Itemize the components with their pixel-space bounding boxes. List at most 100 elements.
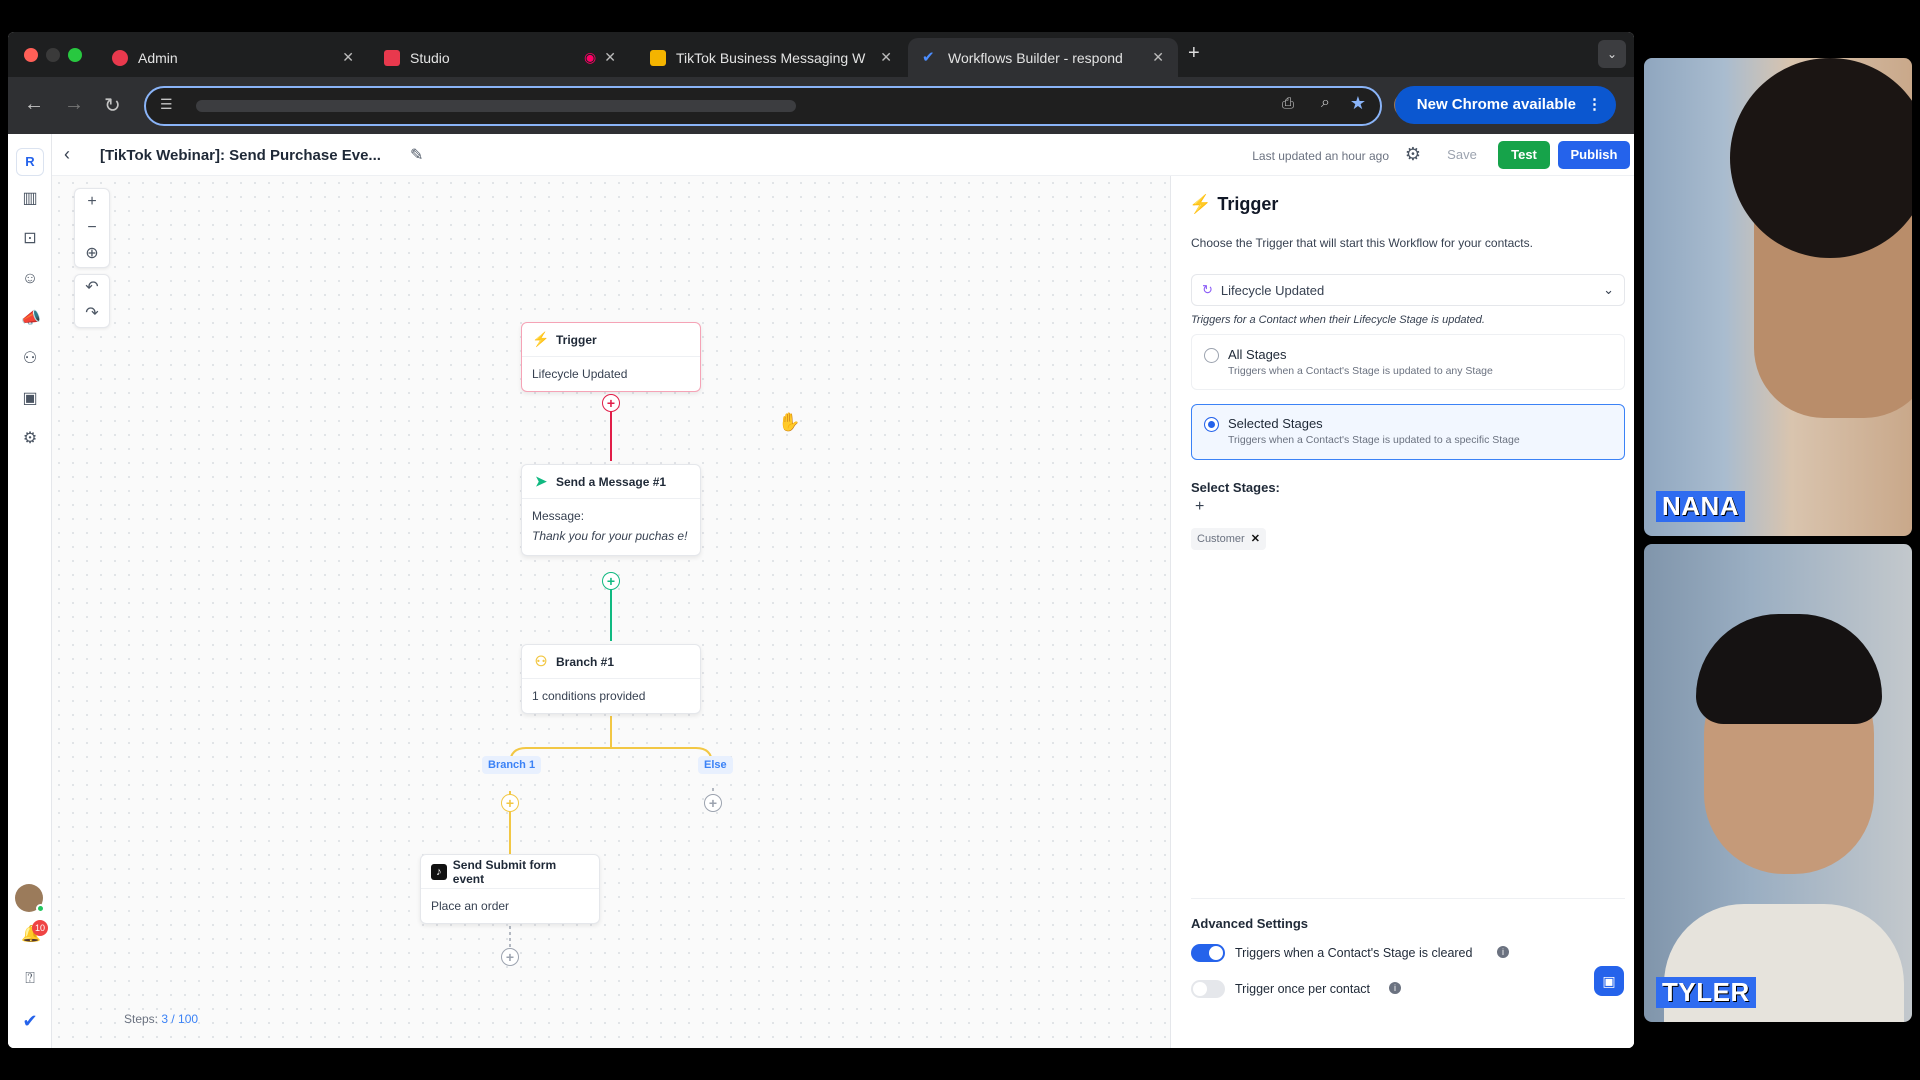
workflow-favicon-icon: ✔ (922, 48, 935, 66)
close-window-dot[interactable] (24, 48, 38, 62)
close-tab-icon[interactable]: ✕ (342, 49, 354, 66)
admin-favicon-icon (112, 49, 128, 66)
zoom-icon[interactable]: ⌕ (1321, 94, 1330, 112)
automation-icon[interactable]: ⚇ (21, 350, 39, 368)
stage-cleared-label: Triggers when a Contact's Stage is clear… (1235, 946, 1473, 960)
edit-title-icon[interactable]: ✎ (410, 145, 423, 165)
add-step-icon[interactable]: + (704, 794, 722, 812)
dashboard-icon[interactable]: ▥ (21, 190, 39, 208)
participant-hair (1696, 614, 1882, 724)
info-icon[interactable]: i (1389, 982, 1401, 994)
site-info-icon[interactable]: ☰ (160, 96, 173, 113)
brand-check-icon: ✔ (22, 1011, 38, 1031)
trigger-type-select[interactable]: ↻ Lifecycle Updated ⌄ (1191, 274, 1625, 306)
add-stage-icon[interactable]: + (1195, 498, 1204, 516)
else-label[interactable]: Else (698, 756, 733, 774)
publish-button[interactable]: Publish (1558, 141, 1630, 169)
url-text-blurred (196, 100, 796, 112)
back-icon[interactable]: ← (24, 93, 44, 116)
stage-cleared-toggle[interactable] (1191, 944, 1225, 962)
new-chrome-available-button[interactable]: New Chrome available ⋮ (1394, 86, 1616, 124)
add-step-icon[interactable]: + (501, 794, 519, 812)
lifecycle-icon: ↻ (1202, 282, 1213, 297)
trigger-node[interactable]: ⚡ Trigger Lifecycle Updated (521, 322, 701, 392)
participant-name-label: TYLER (1656, 977, 1756, 1008)
all-stages-radio[interactable] (1204, 348, 1219, 363)
send-arrow-icon: ➤ (535, 473, 547, 489)
tab-workflows-builder[interactable]: ✔ Workflows Builder - respond ✕ (908, 38, 1178, 77)
connector-lines (509, 396, 714, 948)
more-menu-icon[interactable]: ⋮ (1587, 86, 1602, 124)
participant-video-nana: NANA (1644, 58, 1912, 536)
participant-video-tyler: TYLER (1644, 544, 1912, 1022)
location-logo[interactable]: R (16, 148, 44, 176)
option-selected-stages[interactable]: Selected Stages Triggers when a Contact'… (1191, 404, 1625, 460)
remove-tag-icon[interactable]: ✕ (1251, 528, 1260, 550)
select-stages-label: Select Stages: (1191, 480, 1280, 495)
add-step-icon[interactable]: + (602, 394, 620, 412)
workflow-title: [TikTok Webinar]: Send Purchase Eve... (100, 147, 381, 164)
workflow-header: ‹ [TikTok Webinar]: Send Purchase Eve...… (52, 134, 1634, 176)
tab-search-icon[interactable]: ⌄ (1598, 40, 1626, 68)
selected-stages-radio[interactable] (1204, 417, 1219, 432)
online-status-dot (36, 904, 45, 913)
option-all-stages[interactable]: All Stages Triggers when a Contact's Sta… (1191, 334, 1625, 390)
hand-cursor-icon: ✋ (778, 412, 801, 432)
forward-icon[interactable]: → (64, 93, 84, 116)
tab-tiktok-messaging[interactable]: TikTok Business Messaging W ✕ (636, 38, 906, 77)
settings-icon[interactable]: ⚙ (21, 430, 39, 448)
inbox-icon[interactable]: ⊡ (21, 230, 39, 248)
tab-admin[interactable]: Admin ✕ (98, 38, 368, 77)
address-bar[interactable]: ☰ ⎙ ⌕ ★ (144, 86, 1382, 126)
reload-icon[interactable]: ↻ (104, 93, 121, 118)
workflow-canvas[interactable]: + − ⊕ ↶ ↷ ⚡Trigger Lifecycle Updated + (52, 176, 1170, 1048)
test-button[interactable]: Test (1498, 141, 1550, 169)
maximize-window-dot[interactable] (68, 48, 82, 62)
chat-widget-icon[interactable]: ▣ (1594, 966, 1624, 996)
once-per-contact-toggle[interactable] (1191, 980, 1225, 998)
minimize-window-dot[interactable] (46, 48, 60, 62)
panel-description: Choose the Trigger that will start this … (1191, 236, 1533, 250)
info-icon[interactable]: i (1497, 946, 1509, 958)
send-message-node[interactable]: ➤ Send a Message #1 Message: Thank you fo… (521, 464, 701, 556)
send-submit-event-node[interactable]: ♪ Send Submit form event Place an order (420, 854, 600, 924)
close-tab-icon[interactable]: ✕ (1152, 49, 1164, 66)
tab-bar: Admin ✕ Studio ◉ ✕ TikTok Business Messa… (8, 32, 1634, 77)
marketing-icon[interactable]: 📣 (21, 310, 41, 328)
advanced-settings-title: Advanced Settings (1191, 916, 1309, 931)
back-arrow-icon[interactable]: ‹ (64, 144, 70, 165)
trigger-bolt-icon: ⚡ (1189, 194, 1212, 214)
participant-name-label: NANA (1656, 491, 1746, 522)
save-button[interactable]: Save (1434, 141, 1490, 169)
add-step-icon[interactable]: + (501, 948, 519, 966)
advanced-divider (1191, 898, 1625, 899)
studio-favicon-icon (384, 49, 400, 66)
panel-header: ⚡ Trigger (1189, 194, 1279, 214)
notification-count-badge: 10 (32, 920, 48, 936)
tab-studio[interactable]: Studio ◉ ✕ (370, 38, 630, 77)
chevron-down-icon: ⌄ (1603, 282, 1614, 297)
close-tab-icon[interactable]: ✕ (880, 49, 892, 66)
contacts-icon[interactable]: ☺ (21, 270, 39, 288)
branch-1-label[interactable]: Branch 1 (482, 756, 542, 774)
branch-node[interactable]: ⚇ Branch #1 1 conditions provided (521, 644, 701, 714)
once-per-contact-label: Trigger once per contact (1235, 982, 1371, 996)
reporting-icon[interactable]: ▣ (21, 390, 39, 408)
new-tab-icon[interactable]: + (1188, 42, 1200, 65)
trigger-bolt-icon: ⚡ (532, 331, 550, 347)
steps-counter: Steps: 3 / 100 (124, 1012, 199, 1026)
recording-icon: ◉ (584, 49, 597, 65)
add-step-icon[interactable]: + (602, 572, 620, 590)
stage-tag-customer: Customer ✕ (1191, 528, 1266, 550)
browser-window: Admin ✕ Studio ◉ ✕ TikTok Business Messa… (8, 32, 1634, 1048)
trigger-settings-panel: ⚡ Trigger Choose the Trigger that will s… (1170, 176, 1634, 1048)
install-app-icon[interactable]: ⎙ (1282, 95, 1294, 112)
trigger-hint: Triggers for a Contact when their Lifecy… (1191, 314, 1485, 326)
browser-toolbar: ← → ↻ ☰ ⎙ ⌕ ★ New Chrome available ⋮ (8, 77, 1634, 134)
tiktok-icon: ♪ (431, 863, 447, 880)
bookmark-star-icon[interactable]: ★ (1350, 93, 1366, 114)
close-tab-icon[interactable]: ✕ (604, 49, 616, 66)
workflow-settings-icon[interactable]: ⚙ (1405, 144, 1421, 165)
help-icon[interactable]: ⍰ (21, 970, 39, 988)
branch-icon: ⚇ (534, 653, 548, 669)
